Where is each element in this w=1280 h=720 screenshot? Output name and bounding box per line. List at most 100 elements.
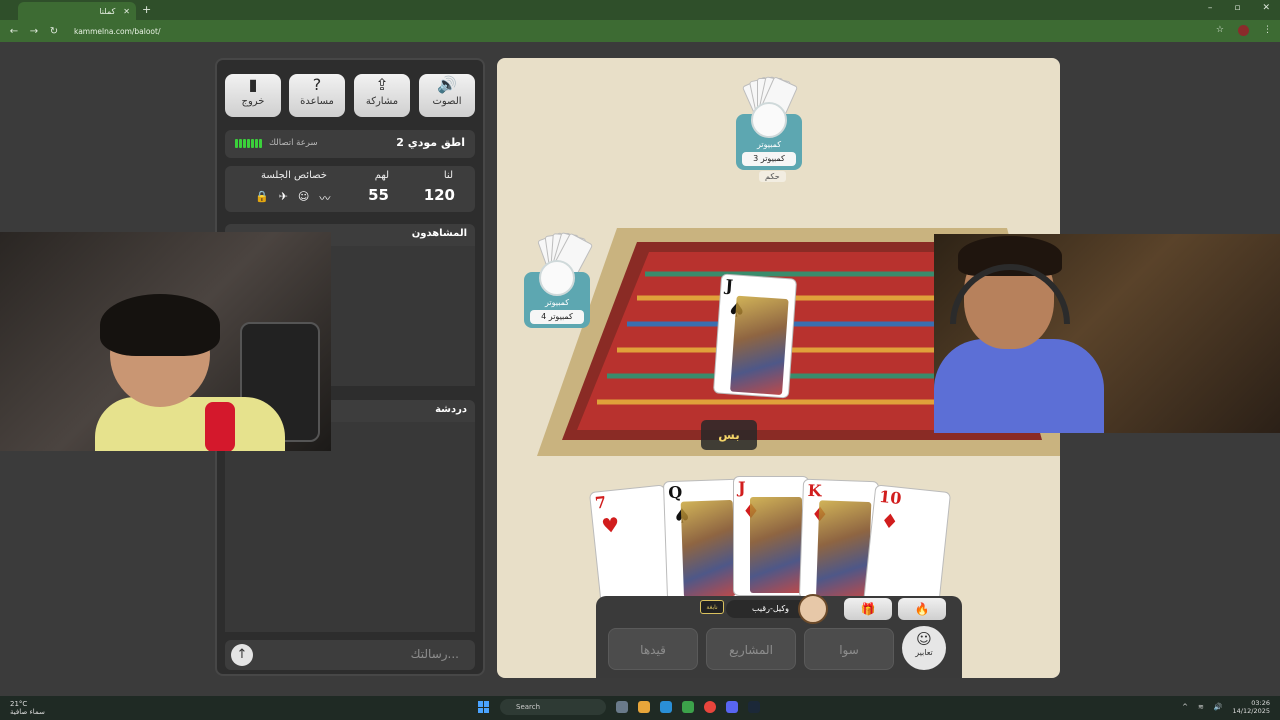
left-player: كمبيوتر كمبيوتر 4 bbox=[524, 260, 590, 328]
projects-button[interactable]: المشاريع bbox=[706, 628, 796, 670]
sound-label: الصوت bbox=[432, 96, 462, 107]
emotes-button[interactable]: ☺ تعابير bbox=[902, 626, 946, 670]
share-label: مشاركة bbox=[365, 96, 399, 107]
hand-card[interactable]: Q ♠ bbox=[662, 478, 744, 602]
help-button[interactable]: ? مساعدة bbox=[289, 74, 345, 117]
jack-face-art bbox=[730, 295, 789, 396]
session-props-label: خصائص الجلسة bbox=[261, 170, 327, 181]
share-button[interactable]: ⇪ مشاركة bbox=[354, 74, 410, 117]
webcam-right bbox=[934, 234, 1280, 433]
smiley-icon: ☺ bbox=[916, 630, 932, 648]
queen-face-art bbox=[680, 499, 736, 598]
maximize-button[interactable]: ▫ bbox=[1234, 3, 1240, 13]
quick-icon: ✈ bbox=[278, 190, 288, 203]
windows-start-icon[interactable] bbox=[478, 701, 490, 713]
browser-tabbar: كملنا ✕ + – ▫ ✕ bbox=[0, 0, 1280, 20]
connection-speed-label: سرعة اتصالك bbox=[269, 138, 318, 148]
chrome-icon[interactable] bbox=[704, 701, 716, 713]
action-bar: 🔥 🎁 نابغة وكيل-رقيب قيدها المشاريع سوا ☺… bbox=[596, 594, 962, 678]
speaker-icon: 🔊 bbox=[437, 75, 457, 94]
king-face-art bbox=[816, 500, 872, 599]
minimize-button[interactable]: – bbox=[1208, 3, 1213, 13]
webcam-left bbox=[0, 232, 331, 451]
volume-icon[interactable]: 🔊 bbox=[1214, 703, 1223, 711]
jack-face-art bbox=[750, 497, 802, 593]
bookmark-star-icon[interactable]: ☆ bbox=[1216, 25, 1224, 36]
lock-icon: 🔒 bbox=[255, 190, 269, 203]
back-icon[interactable]: ← bbox=[8, 26, 20, 37]
clock-time: 03:26 bbox=[1251, 699, 1270, 707]
profile-avatar[interactable] bbox=[1238, 25, 1249, 36]
help-icon: ? bbox=[312, 75, 322, 94]
sawa-button[interactable]: سوا bbox=[804, 628, 894, 670]
card-rank: 7 bbox=[594, 492, 608, 513]
us-label: لنا bbox=[443, 170, 453, 181]
forward-icon[interactable]: → bbox=[28, 26, 40, 37]
partner-avatar[interactable] bbox=[798, 594, 828, 624]
them-score: 55 bbox=[368, 186, 389, 204]
store-icon[interactable] bbox=[682, 701, 694, 713]
task-view-icon[interactable] bbox=[616, 701, 628, 713]
left-player-name: كمبيوتر bbox=[544, 298, 570, 307]
window-controls: – ▫ ✕ bbox=[1208, 3, 1270, 13]
card-suit: ♦ bbox=[879, 508, 900, 534]
exit-button[interactable]: ▮ خروج bbox=[225, 74, 281, 117]
close-window-button[interactable]: ✕ bbox=[1262, 3, 1270, 13]
wifi-icon[interactable]: ≋ bbox=[1198, 703, 1204, 711]
fire-icon[interactable]: 🔥 bbox=[898, 598, 946, 620]
hand-card[interactable]: 10 ♦ bbox=[862, 484, 952, 612]
weather-desc: سماء صافية bbox=[10, 708, 45, 716]
card-rank: 10 bbox=[878, 486, 903, 509]
clock[interactable]: 03:26 14/12/2025 bbox=[1233, 699, 1270, 715]
hand-card[interactable]: J ♦ bbox=[733, 476, 809, 596]
us-score: 120 bbox=[423, 186, 455, 204]
steam-icon[interactable] bbox=[748, 701, 760, 713]
taskbar-search[interactable]: Search bbox=[500, 699, 606, 715]
wave-icon: 〰 bbox=[319, 192, 331, 205]
new-tab-button[interactable]: + bbox=[142, 3, 151, 16]
card-rank: Q bbox=[667, 482, 683, 503]
gift-icon[interactable]: 🎁 bbox=[844, 598, 892, 620]
top-player: كمبيوتر كمبيوتر 3 bbox=[736, 102, 802, 170]
browser-tab[interactable]: كملنا ✕ bbox=[18, 2, 136, 20]
top-player-role: حكم bbox=[759, 171, 786, 182]
url-field[interactable]: kammelna.com/baloot/ bbox=[74, 27, 160, 36]
weather-widget[interactable]: 21°C سماء صافية bbox=[10, 700, 45, 716]
sound-button[interactable]: 🔊 الصوت bbox=[419, 74, 475, 117]
top-player-avatar bbox=[751, 102, 787, 138]
discord-icon[interactable] bbox=[726, 701, 738, 713]
taskbar: 21°C سماء صافية Search ^ ≋ 🔊 03:26 14/12… bbox=[0, 696, 1280, 720]
qaydha-button[interactable]: قيدها bbox=[608, 628, 698, 670]
address-bar: ← → ↻ kammelna.com/baloot/ ☆ ⋮ bbox=[0, 20, 1280, 42]
left-player-avatar bbox=[539, 260, 575, 296]
tab-title: كملنا bbox=[99, 6, 116, 16]
edge-icon[interactable] bbox=[660, 701, 672, 713]
send-arrow-icon[interactable]: ↑ bbox=[231, 644, 253, 666]
them-label: لهم bbox=[374, 170, 389, 181]
message-placeholder: رسالتك... bbox=[410, 647, 459, 661]
tray-chevron-icon[interactable]: ^ bbox=[1182, 703, 1188, 711]
reload-icon[interactable]: ↻ bbox=[48, 26, 60, 37]
played-card-rank: J bbox=[724, 275, 734, 296]
top-player-name: كمبيوتر bbox=[756, 140, 782, 149]
signal-bars-icon bbox=[235, 139, 262, 148]
exit-label: خروج bbox=[241, 96, 265, 107]
top-player-label: كمبيوتر 3 bbox=[742, 152, 796, 166]
room-name: اطق مودي 2 bbox=[396, 136, 465, 149]
rank-badge: نابغة bbox=[700, 600, 724, 614]
microphone bbox=[205, 402, 235, 451]
card-rank: J bbox=[738, 478, 746, 497]
room-info: اطق مودي 2 سرعة اتصالك bbox=[225, 130, 475, 158]
weather-temp: 21°C bbox=[10, 700, 28, 708]
scoreboard: لنا لهم خصائص الجلسة 120 55 🔒 ✈ ☺ 〰 bbox=[225, 166, 475, 212]
share-icon: ⇪ bbox=[375, 75, 389, 94]
help-label: مساعدة bbox=[300, 96, 334, 107]
close-tab-icon[interactable]: ✕ bbox=[123, 7, 130, 16]
file-explorer-icon[interactable] bbox=[638, 701, 650, 713]
message-input[interactable]: ↑ رسالتك... bbox=[225, 640, 475, 670]
card-suit: ♥ bbox=[600, 512, 621, 539]
smiley-icon: ☺ bbox=[297, 190, 310, 203]
card-rank: K bbox=[807, 480, 822, 501]
browser-menu-icon[interactable]: ⋮ bbox=[1263, 25, 1272, 36]
clock-date: 14/12/2025 bbox=[1232, 707, 1270, 715]
